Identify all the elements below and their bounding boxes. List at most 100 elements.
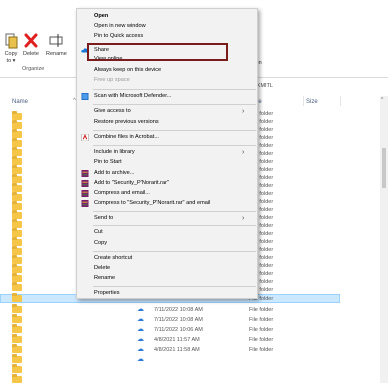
menu-item-always-keep[interactable]: Always keep on this device (94, 67, 161, 74)
menu-separator (93, 286, 256, 287)
submenu-arrow-icon: › (242, 149, 245, 156)
menu-item-add-archive[interactable]: Add to archive... (94, 170, 134, 177)
delete-button[interactable]: Delete (23, 33, 39, 58)
menu-item-pin-quick-access[interactable]: Pin to Quick access (94, 33, 143, 40)
cloud-sync-icon: ☁ (137, 326, 144, 333)
folder-icon[interactable] (12, 324, 22, 333)
file-date: 7/11/2022 10:08 AM (154, 307, 203, 313)
menu-item-send-to[interactable]: Send to (94, 215, 113, 222)
copy-to-label: Copy to ▾ (4, 51, 18, 64)
cloud-sync-icon: ☁ (137, 356, 144, 363)
menu-separator (93, 104, 256, 105)
winrar-archive-icon (81, 190, 89, 197)
delete-label: Delete (23, 51, 39, 57)
organize-group-label: Organize (22, 66, 45, 72)
file-type: File folder (249, 347, 274, 353)
menu-item-rename[interactable]: Rename (94, 275, 115, 282)
cloud-sync-icon: ☁ (137, 316, 144, 323)
folder-icon[interactable] (12, 165, 22, 174)
winrar-archive-icon (81, 180, 89, 187)
folder-icon[interactable] (12, 219, 22, 228)
folder-icon[interactable] (12, 273, 22, 282)
cloud-sync-icon: ☁ (137, 306, 144, 313)
file-date: 4/8/2021 11:57 AM (154, 337, 200, 343)
folder-icon[interactable] (12, 237, 22, 246)
menu-item-open-new-window[interactable]: Open in new window (94, 23, 146, 30)
folder-icon[interactable] (12, 210, 22, 219)
menu-item-properties[interactable]: Properties (94, 290, 120, 297)
menu-separator (93, 211, 256, 212)
folder-icon[interactable] (12, 183, 22, 192)
column-size-header[interactable]: Size (306, 99, 318, 105)
menu-separator (93, 145, 256, 146)
folder-icon[interactable] (12, 354, 22, 363)
file-date: 7/11/2022 10:08 AM (154, 317, 203, 323)
folder-icon[interactable] (12, 264, 22, 273)
menu-item-pin-start[interactable]: Pin to Start (94, 159, 122, 166)
menu-item-create-shortcut[interactable]: Create shortcut (94, 255, 132, 262)
menu-separator (93, 130, 256, 131)
folder-icon[interactable] (12, 120, 22, 129)
menu-item-compress-email[interactable]: Compress and email... (94, 190, 150, 197)
folder-icon[interactable] (12, 246, 22, 255)
cloud-sync-icon: ☁ (137, 346, 144, 353)
scroll-up-icon[interactable]: ^ (381, 97, 383, 103)
cloud-sync-icon: ☁ (137, 336, 144, 343)
file-date: 7/11/2022 10:06 AM (154, 327, 203, 333)
menu-item-free-up-space[interactable]: Free up space (94, 77, 130, 84)
folder-icon[interactable] (12, 174, 22, 183)
column-divider[interactable] (340, 96, 341, 106)
acrobat-icon (81, 134, 89, 141)
menu-separator (93, 251, 256, 252)
menu-item-open[interactable]: Open (94, 13, 108, 20)
rename-icon (49, 34, 63, 47)
winrar-archive-icon (81, 170, 89, 177)
menu-item-compress-rar-email[interactable]: Compress to "Security_P'Norarit.rar" and… (94, 200, 210, 207)
folder-icon[interactable] (12, 255, 22, 264)
folder-icon[interactable] (12, 293, 22, 302)
folder-icon[interactable] (12, 111, 22, 120)
menu-item-give-access[interactable]: Give access to (94, 108, 131, 115)
menu-separator (93, 225, 256, 226)
menu-item-copy[interactable]: Copy (94, 240, 107, 247)
folder-icon[interactable] (12, 334, 22, 343)
folder-icon[interactable] (12, 304, 22, 313)
rename-button[interactable]: Rename (46, 33, 67, 58)
share-highlight-box (87, 43, 228, 61)
submenu-arrow-icon: › (242, 215, 245, 222)
menu-item-combine-acrobat[interactable]: Combine files in Acrobat... (94, 134, 159, 141)
menu-item-add-rar[interactable]: Add to "Security_P'Norarit.rar" (94, 180, 169, 187)
folder-icon[interactable] (12, 374, 22, 383)
copy-to-icon (5, 33, 18, 49)
folder-icon[interactable] (12, 282, 22, 291)
menu-item-cut[interactable]: Cut (94, 229, 103, 236)
defender-shield-icon (81, 93, 89, 100)
menu-item-scan-defender[interactable]: Scan with Microsoft Defender... (94, 93, 171, 100)
file-type: File folder (249, 307, 274, 313)
scrollbar-thumb[interactable] (382, 148, 386, 188)
folder-icon[interactable] (12, 364, 22, 373)
vertical-scrollbar[interactable] (380, 96, 388, 383)
menu-item-include-library[interactable]: Include in library (94, 149, 135, 156)
submenu-arrow-icon: › (242, 108, 245, 115)
folder-icon[interactable] (12, 201, 22, 210)
rename-label: Rename (46, 51, 67, 57)
winrar-archive-icon (81, 200, 89, 207)
copy-to-button[interactable]: Copy to ▾ (4, 33, 18, 65)
file-date: 4/8/2021 11:58 AM (154, 347, 200, 353)
folder-icon[interactable] (12, 147, 22, 156)
folder-icon[interactable] (12, 129, 22, 138)
context-menu: Open Open in new window Pin to Quick acc… (76, 8, 258, 299)
file-type: File folder (249, 327, 274, 333)
column-divider[interactable] (303, 96, 304, 106)
folder-icon[interactable] (12, 228, 22, 237)
column-name-header[interactable]: Name (12, 99, 28, 105)
folder-icon[interactable] (12, 138, 22, 147)
delete-icon (24, 33, 38, 48)
folder-icon[interactable] (12, 156, 22, 165)
menu-item-delete[interactable]: Delete (94, 265, 110, 272)
menu-item-restore-versions[interactable]: Restore previous versions (94, 119, 159, 126)
folder-icon[interactable] (12, 344, 22, 353)
folder-icon[interactable] (12, 192, 22, 201)
folder-icon[interactable] (12, 314, 22, 323)
